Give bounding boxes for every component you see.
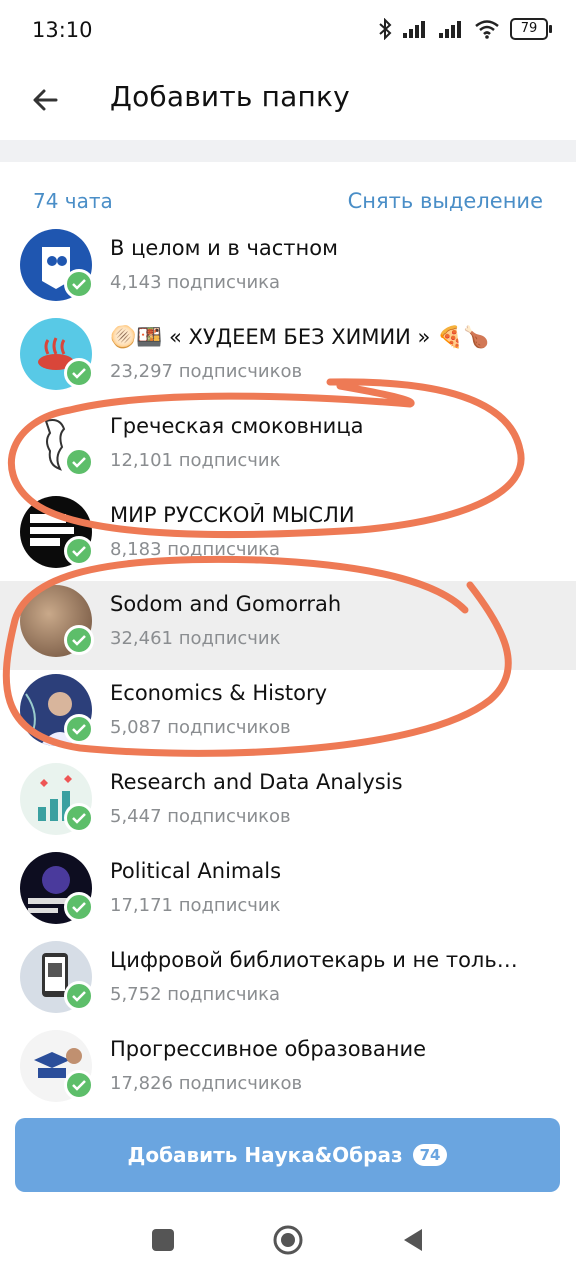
selected-count-badge: 74 [412,1144,448,1166]
page-title: Добавить папку [110,80,350,113]
battery-icon: 79 [510,18,552,40]
channel-name: Греческая смоковница [110,414,364,438]
channel-subscribers: 4,143 подписчика [110,272,281,293]
bluetooth-icon [379,18,392,40]
channel-subscribers: 12,101 подписчик [110,450,281,471]
checkmark-icon [64,803,94,833]
signal-icon-2 [439,21,461,38]
channel-row[interactable]: 🫓🍱 « ХУДЕЕМ БЕЗ ХИМИИ » 🍕🍗 23,297 подпис… [0,314,576,403]
checkmark-icon [64,269,94,299]
checkmark-icon [64,892,94,922]
wifi-icon [475,20,499,39]
channel-row[interactable]: МИР РУССКОЙ МЫСЛИ 8,183 подписчика [0,492,576,581]
checkmark-icon [64,447,94,477]
checkmark-icon [64,714,94,744]
channel-subscribers: 5,087 подписчиков [110,717,291,738]
channel-row[interactable]: Sodom and Gomorrah 32,461 подписчик [0,581,576,670]
channel-name: Цифровой библиотекарь и не толь… [110,948,518,972]
channel-name: Economics & History [110,681,328,705]
channel-list: В целом и в частном 4,143 подписчика 🫓🍱 … [0,225,576,1105]
channel-row[interactable]: Political Animals 17,171 подписчик [0,848,576,937]
status-icons: 79 [378,18,552,40]
channel-subscribers: 32,461 подписчик [110,628,281,649]
channel-name: Sodom and Gomorrah [110,592,342,616]
channel-subscribers: 23,297 подписчиков [110,361,303,382]
signal-icon [403,21,425,38]
checkmark-icon [64,536,94,566]
channel-name: В целом и в частном [110,236,338,260]
checkmark-icon [64,358,94,388]
section-divider [0,140,576,162]
channel-name: Research and Data Analysis [110,770,403,794]
recents-icon[interactable] [150,1227,176,1253]
channel-row[interactable]: Economics & History 5,087 подписчиков [0,670,576,759]
channel-name: МИР РУССКОЙ МЫСЛИ [110,503,355,527]
checkmark-icon [64,625,94,655]
channel-name: Прогрессивное образование [110,1037,427,1061]
app-header: Добавить папку [0,62,576,140]
checkmark-icon [64,981,94,1011]
status-bar: 13:10 79 [0,0,576,62]
status-time: 13:10 [32,18,93,42]
channel-row[interactable]: Прогрессивное образование 17,826 подписч… [0,1026,576,1105]
channel-subscribers: 5,447 подписчиков [110,806,291,827]
back-arrow-icon[interactable] [26,80,66,120]
channel-subscribers: 8,183 подписчика [110,539,281,560]
channel-row[interactable]: В целом и в частном 4,143 подписчика [0,225,576,314]
add-folder-button[interactable]: Добавить Наука&Образ 74 [15,1118,560,1192]
channel-name: Political Animals [110,859,282,883]
channel-subscribers: 17,171 подписчик [110,895,281,916]
add-folder-label: Добавить Наука&Образ [127,1143,403,1167]
system-nav-bar [0,1205,576,1280]
channel-subscribers: 17,826 подписчиков [110,1073,303,1094]
channel-row[interactable]: Цифровой библиотекарь и не толь… 5,752 п… [0,937,576,1026]
deselect-all-button[interactable]: Снять выделение [348,189,543,213]
channel-name: 🫓🍱 « ХУДЕЕМ БЕЗ ХИМИИ » 🍕🍗 [110,325,490,349]
channel-row[interactable]: Research and Data Analysis 5,447 подписч… [0,759,576,848]
back-nav-icon[interactable] [400,1227,426,1253]
channel-row[interactable]: Греческая смоковница 12,101 подписчик [0,403,576,492]
home-icon[interactable] [272,1224,304,1256]
chat-count: 74 чата [33,189,113,213]
channel-subscribers: 5,752 подписчика [110,984,281,1005]
checkmark-icon [64,1070,94,1100]
